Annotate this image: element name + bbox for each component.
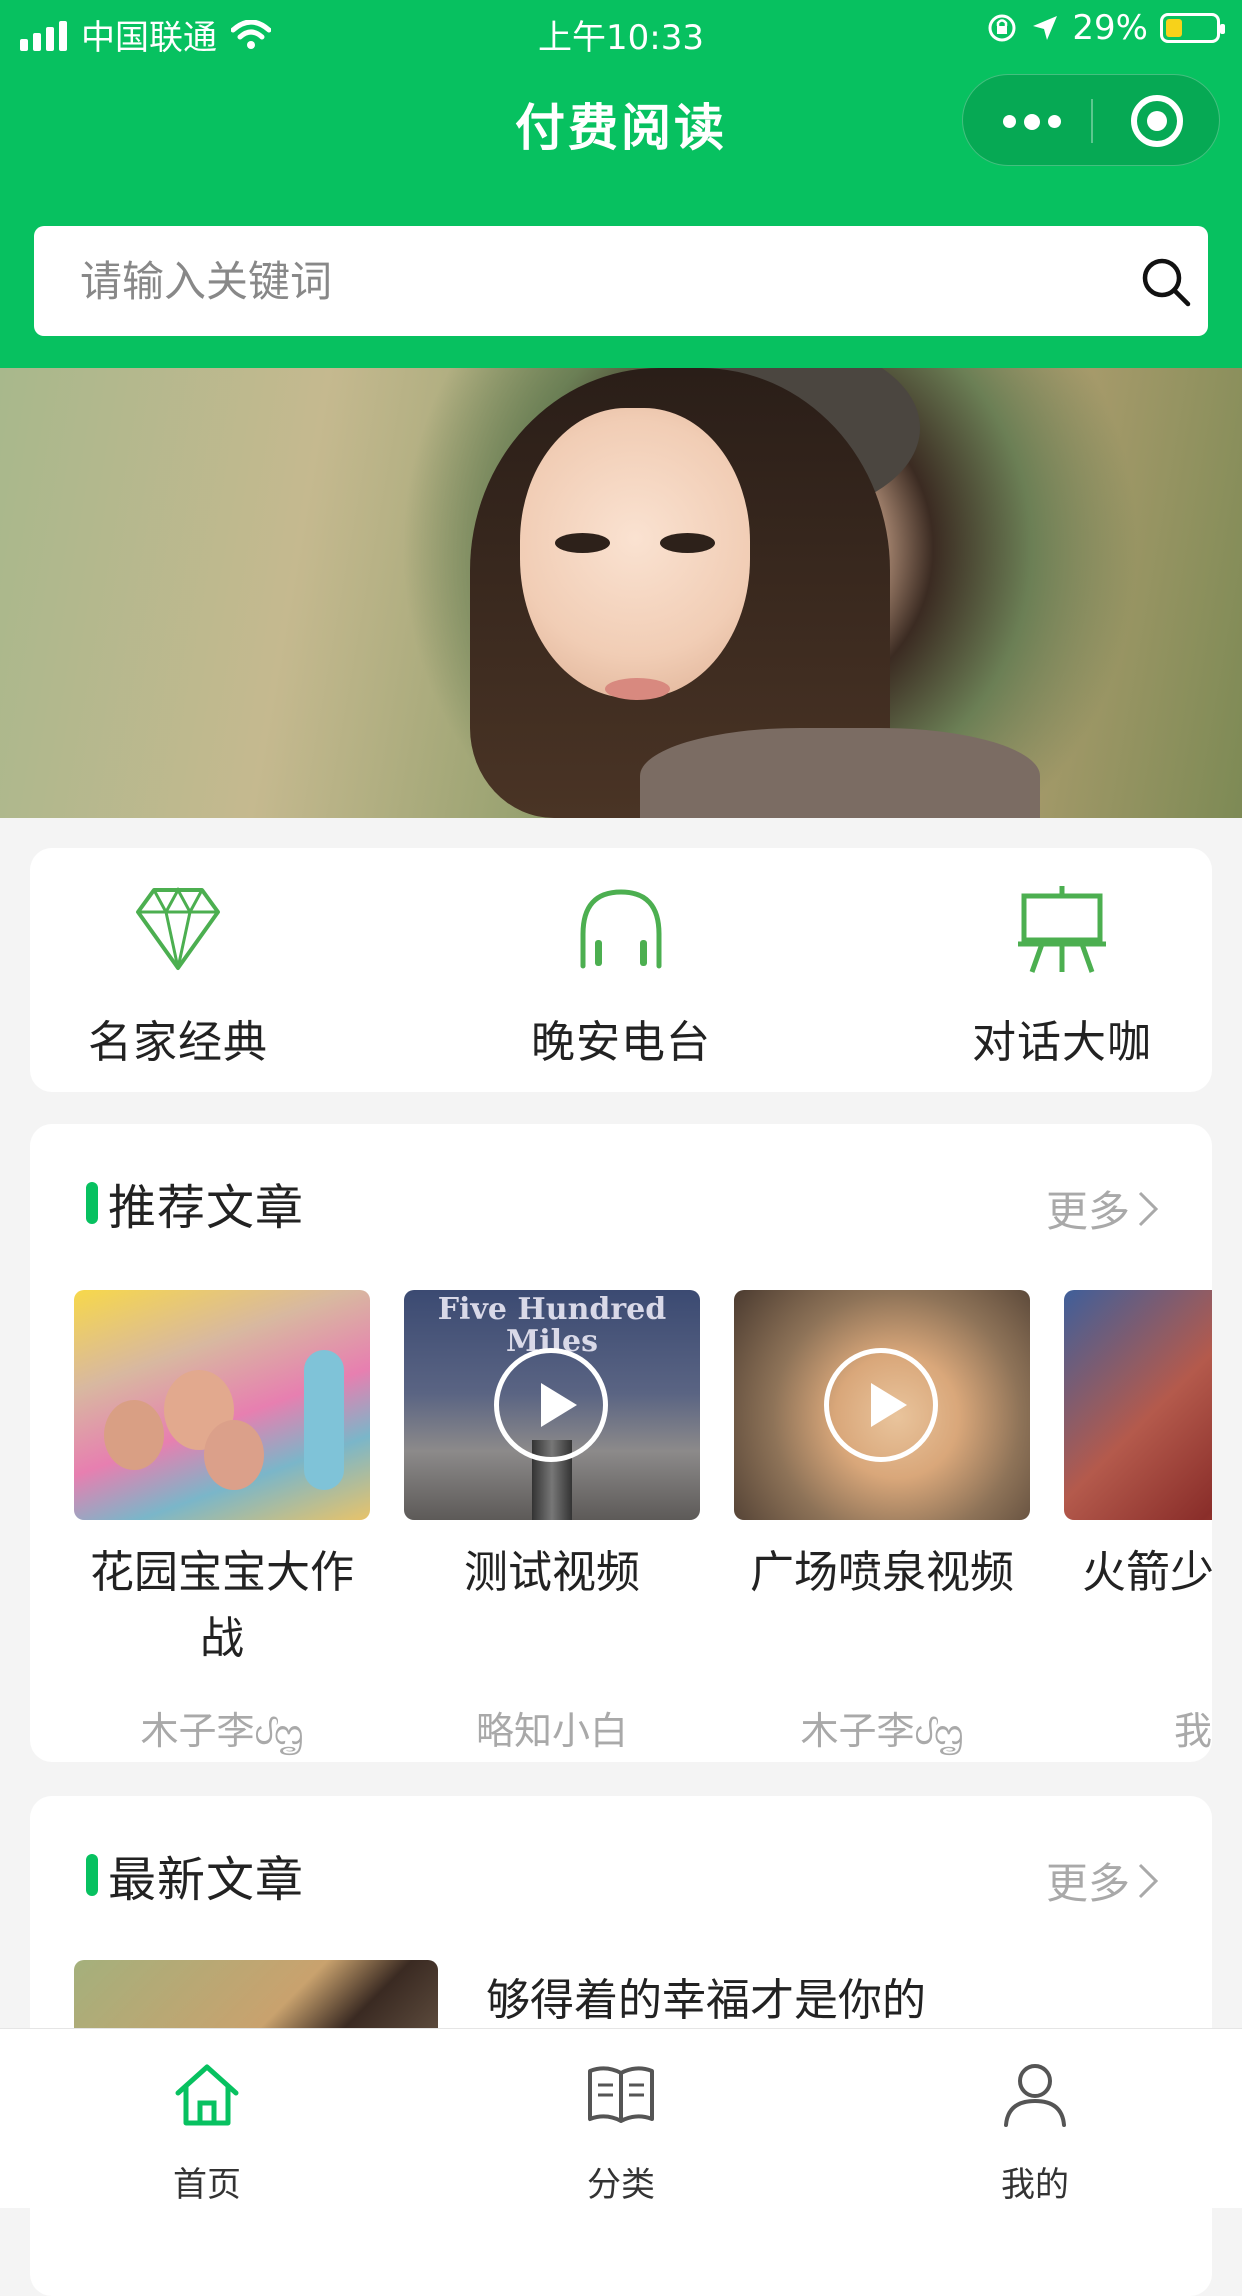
article-title: 火箭少女101 xyxy=(1082,1547,1212,1598)
section-title-text: 推荐文章 xyxy=(108,1180,305,1236)
quick-nav-label: 名家经典 xyxy=(88,1017,268,1068)
recommend-section: 推荐文章 更多 花园宝宝大作战 木子李ᦔᦗ Five Hundred Miles… xyxy=(30,1124,1212,1762)
more-link-text: 更多 xyxy=(1045,1187,1130,1236)
tab-category[interactable]: 分类 xyxy=(414,2029,828,2209)
tab-mine[interactable]: 我的 xyxy=(828,2029,1242,2209)
status-bar: 中国联通 上午10:33 29% xyxy=(0,0,1242,64)
book-icon xyxy=(588,2066,654,2123)
tab-home[interactable]: 首页 xyxy=(0,2029,414,2209)
status-right: 29% xyxy=(986,8,1225,48)
search-input[interactable] xyxy=(80,250,1080,312)
article-title: 花园宝宝大作战 xyxy=(90,1547,354,1664)
tab-label: 首页 xyxy=(173,2165,241,2205)
tab-label: 分类 xyxy=(587,2165,655,2205)
article-title[interactable]: 够得着的幸福才是你的 xyxy=(486,1964,926,2028)
section-title: 最新文章 xyxy=(86,1840,304,1910)
article-thumbnail xyxy=(74,1290,370,1520)
article-thumbnail xyxy=(734,1290,1030,1520)
chevron-right-icon xyxy=(1138,1863,1159,1898)
home-icon xyxy=(175,2064,239,2126)
search-icon[interactable] xyxy=(1138,254,1194,310)
more-link[interactable]: 更多 xyxy=(1046,1178,1160,1239)
battery-icon xyxy=(1160,13,1225,43)
article-author: 我叫 xyxy=(1173,1709,1212,1753)
article-author: 木子李ᦔᦗ xyxy=(800,1709,964,1753)
location-icon xyxy=(1033,16,1058,40)
tab-label: 我的 xyxy=(1001,2165,1069,2205)
capsule-divider xyxy=(1091,99,1093,143)
section-accent-bar xyxy=(86,1854,98,1896)
banner-carousel[interactable] xyxy=(0,368,1242,818)
article-author: 木子李ᦔᦗ xyxy=(140,1709,304,1753)
section-title: 推荐文章 xyxy=(86,1168,304,1238)
chevron-right-icon xyxy=(1138,1191,1159,1226)
header: 中国联通 上午10:33 29% 付费阅读 xyxy=(0,0,1242,368)
play-icon[interactable] xyxy=(824,1348,938,1462)
more-options-icon[interactable] xyxy=(1003,114,1061,130)
quick-nav-label: 晚安电台 xyxy=(531,1017,711,1068)
more-link-text: 更多 xyxy=(1045,1859,1130,1908)
section-accent-bar xyxy=(86,1182,98,1224)
easel-icon xyxy=(1018,886,1106,973)
close-miniprogram-icon[interactable] xyxy=(1131,95,1183,147)
tab-bar: 首页 分类 我的 xyxy=(0,2028,1242,2208)
article-title: 广场喷泉视频 xyxy=(750,1547,1014,1598)
mini-program-capsule xyxy=(962,74,1220,166)
play-icon[interactable] xyxy=(494,1348,608,1462)
section-title-text: 最新文章 xyxy=(108,1852,305,1908)
quick-nav: 名家经典 晚安电台 对话大咖 xyxy=(30,848,1212,1092)
search-bar[interactable] xyxy=(34,226,1208,336)
article-thumbnail xyxy=(1064,1290,1212,1520)
headphones-icon xyxy=(580,889,662,969)
more-link[interactable]: 更多 xyxy=(1046,1850,1160,1911)
battery-percent: 29% xyxy=(1072,8,1148,48)
user-icon xyxy=(1004,2064,1066,2127)
article-thumbnail: Five Hundred Miles xyxy=(404,1290,700,1520)
article-title: 测试视频 xyxy=(464,1547,640,1598)
diamond-icon xyxy=(136,886,220,970)
rotation-lock-icon xyxy=(988,14,1016,42)
article-author: 略知小白 xyxy=(475,1709,628,1753)
quick-nav-label: 对话大咖 xyxy=(972,1017,1152,1068)
